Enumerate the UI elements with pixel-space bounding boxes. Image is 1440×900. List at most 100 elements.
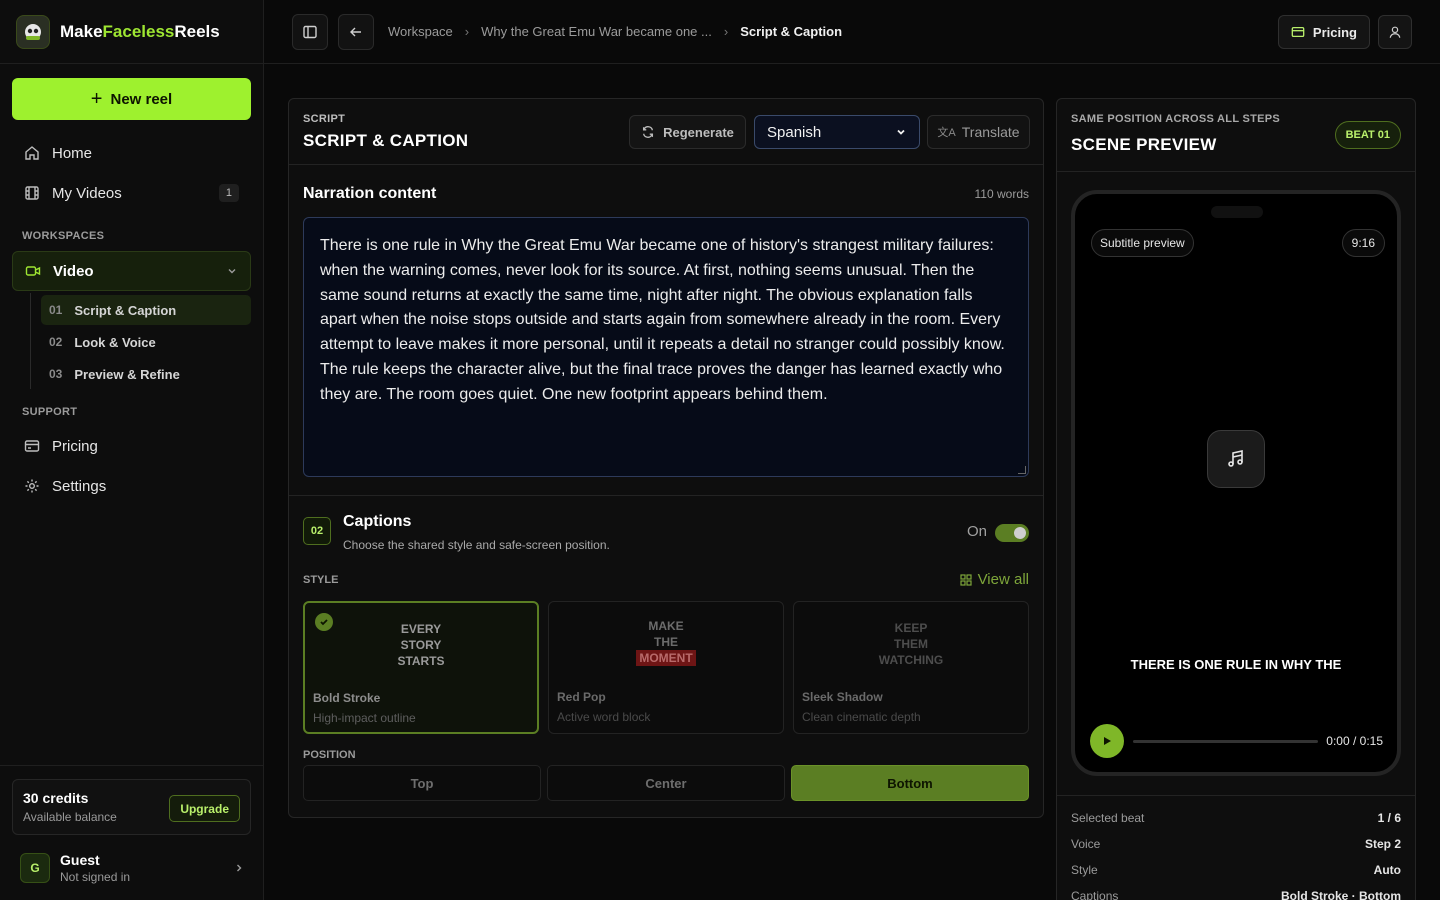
chevron-down-icon[interactable]: [226, 265, 238, 277]
breadcrumb-workspace[interactable]: Workspace: [388, 24, 453, 39]
script-card-header: SCRIPT SCRIPT & CAPTION Regenerate Spani…: [289, 99, 1043, 165]
workspaces-label: WORKSPACES: [22, 230, 105, 242]
play-button[interactable]: [1090, 724, 1124, 758]
captions-toggle[interactable]: [995, 524, 1029, 542]
brand-logo-icon: [16, 14, 50, 49]
toggle-sidebar-button[interactable]: [292, 13, 328, 50]
position-label: POSITION: [303, 749, 356, 761]
back-button[interactable]: [338, 13, 374, 50]
playback-time: 0:00 / 0:15: [1326, 734, 1383, 748]
subtitle-preview-chip: Subtitle preview: [1091, 229, 1194, 257]
meta-row-selected-beat: Selected beat 1 / 6: [1071, 811, 1401, 825]
breadcrumb: Workspace › Why the Great Emu War became…: [388, 24, 842, 39]
breadcrumb-reel[interactable]: Why the Great Emu War became one ...: [481, 24, 712, 39]
home-icon: [25, 146, 39, 160]
style-description: Clean cinematic depth: [802, 710, 921, 724]
brand[interactable]: MakeFacelessReels: [0, 0, 263, 64]
breadcrumb-current: Script & Caption: [740, 24, 843, 39]
sidebar-item-home[interactable]: Home: [12, 135, 251, 171]
caption-preview-text: THERE IS ONE RULE IN WHY THE: [1130, 657, 1342, 672]
script-caption-card: SCRIPT SCRIPT & CAPTION Regenerate Spani…: [288, 98, 1044, 818]
style-sample: KEEP THEM WATCHING: [878, 621, 944, 667]
sidebar-item-settings[interactable]: Settings: [12, 468, 251, 504]
resize-handle[interactable]: [1018, 466, 1026, 474]
chevron-right-icon: [237, 864, 242, 872]
guest-name: Guest: [60, 852, 100, 868]
position-center-button[interactable]: Center: [547, 765, 785, 801]
meta-row-voice: Voice Step 2: [1071, 837, 1401, 851]
music-note-icon: [1207, 430, 1265, 488]
style-card-sleek-shadow[interactable]: KEEP THEM WATCHING Sleek Shadow Clean cine…: [793, 601, 1029, 734]
chevron-down-icon: [897, 129, 905, 135]
video-icon: [25, 266, 41, 276]
captions-step-number: 02: [303, 517, 331, 545]
word-count: 110 words: [974, 187, 1029, 201]
gear-icon: [25, 479, 39, 493]
translate-icon: 文A: [937, 127, 956, 139]
user-menu-button[interactable]: [1378, 15, 1412, 49]
guest-account[interactable]: G Guest Not signed in: [20, 848, 245, 888]
style-sample: EVERY STORY STARTS: [397, 622, 445, 668]
arrow-left-icon: [350, 27, 361, 36]
playback-progress-bar[interactable]: [1133, 740, 1318, 743]
preview-divider: [1057, 171, 1415, 172]
narration-textarea[interactable]: There is one rule in Why the Great Emu W…: [303, 217, 1029, 477]
play-icon: [1104, 737, 1111, 745]
sidebar-divider: [0, 765, 263, 766]
scene-preview-panel: SAME POSITION ACROSS ALL STEPS SCENE PRE…: [1056, 98, 1416, 900]
step-preview-refine[interactable]: 03 Preview & Refine: [41, 359, 251, 389]
position-top-button[interactable]: Top: [303, 765, 541, 801]
translate-button[interactable]: 文A Translate: [927, 115, 1030, 149]
style-card-red-pop[interactable]: MAKE THE MOMENT Red Pop Active word block: [548, 601, 784, 734]
language-select[interactable]: Spanish: [754, 115, 920, 149]
user-icon: [1389, 26, 1401, 38]
my-videos-count-badge: 1: [218, 184, 239, 202]
sidebar: MakeFacelessReels + New reel Home My Vid…: [0, 0, 264, 900]
step-look-voice[interactable]: 02 Look & Voice: [41, 327, 251, 357]
credits-card: 30 credits Available balance Upgrade: [12, 779, 251, 835]
captions-title: Captions: [343, 513, 412, 530]
captions-toggle-label: On: [966, 523, 987, 540]
regenerate-button[interactable]: Regenerate: [629, 115, 746, 149]
phone-notch: [1211, 206, 1263, 218]
narration-title: Narration content: [303, 185, 437, 202]
phone-frame: Subtitle preview 9:16 THERE IS ONE RULE …: [1071, 190, 1401, 776]
grid-icon: [959, 573, 972, 586]
brand-name: MakeFacelessReels: [60, 21, 220, 41]
plus-icon: +: [90, 88, 103, 110]
style-name: Sleek Shadow: [802, 690, 883, 704]
workspace-video[interactable]: Video: [12, 251, 251, 291]
credit-card-icon: [24, 440, 40, 452]
sidebar-item-my-videos[interactable]: My Videos 1: [12, 175, 251, 211]
avatar: G: [20, 853, 50, 883]
style-name: Red Pop: [557, 690, 606, 704]
view-all-styles-link[interactable]: View all: [959, 571, 1029, 588]
guest-status: Not signed in: [60, 870, 131, 884]
style-label: STYLE: [303, 574, 339, 586]
pricing-button[interactable]: Pricing: [1277, 15, 1370, 49]
captions-subtitle: Choose the shared style and safe-screen …: [343, 538, 610, 552]
style-name: Bold Stroke: [313, 691, 381, 705]
step-script-caption[interactable]: 01 Script & Caption: [41, 295, 251, 325]
beat-badge: BEAT 01: [1334, 121, 1401, 149]
new-reel-button[interactable]: + New reel: [12, 78, 251, 120]
preview-title: SCENE PREVIEW: [1071, 135, 1217, 154]
position-bottom-button[interactable]: Bottom: [791, 765, 1029, 801]
style-sample: MAKE THE MOMENT: [549, 618, 783, 666]
film-icon: [25, 186, 39, 200]
steps-tree-line: [30, 293, 31, 389]
topbar: Workspace › Why the Great Emu War became…: [264, 0, 1440, 64]
sidebar-item-pricing[interactable]: Pricing: [12, 428, 251, 464]
support-label: SUPPORT: [22, 406, 78, 418]
toggle-knob: [1014, 527, 1026, 539]
preview-eyebrow: SAME POSITION ACROSS ALL STEPS: [1071, 113, 1281, 125]
meta-row-captions: Captions Bold Stroke · Bottom: [1071, 889, 1401, 900]
page-title: SCRIPT & CAPTION: [303, 131, 469, 150]
script-eyebrow: SCRIPT: [303, 113, 346, 125]
style-card-bold-stroke[interactable]: EVERY STORY STARTS Bold Stroke High-impact…: [303, 601, 539, 734]
style-description: Active word block: [557, 710, 651, 724]
style-description: High-impact outline: [313, 711, 416, 725]
upgrade-button[interactable]: Upgrade: [169, 795, 240, 822]
sidebar-panel-icon: [303, 25, 317, 38]
aspect-ratio-chip: 9:16: [1341, 229, 1385, 257]
